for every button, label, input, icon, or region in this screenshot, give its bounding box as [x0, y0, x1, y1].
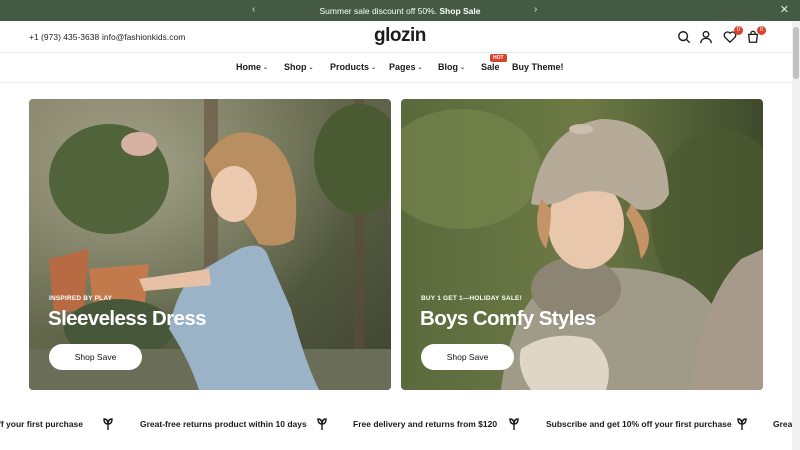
banner-title: Boys Comfy Styles — [420, 307, 596, 330]
announcement-bar: ‹ Summer sale discount off 50%. Shop Sal… — [0, 0, 800, 21]
marquee-text: Great-free returns product within 10 day… — [140, 419, 307, 429]
shop-save-button[interactable]: Shop Save — [49, 344, 142, 370]
sprout-icon — [737, 418, 747, 430]
promo-marquee: ff your first purchase Great-free return… — [0, 413, 792, 435]
account-icon[interactable] — [698, 29, 714, 45]
header: +1 (973) 435-3638 info@fashionkids.com g… — [0, 21, 800, 53]
wishlist-icon[interactable]: 0 — [722, 26, 743, 45]
announcement-link[interactable]: Shop Sale — [439, 6, 480, 16]
sprout-icon — [103, 418, 113, 430]
announcement-next-arrow[interactable]: › — [534, 4, 537, 15]
nav-sale[interactable]: Sale — [481, 62, 500, 72]
nav-blog[interactable]: Blog ⌄ — [438, 62, 465, 72]
cart-icon[interactable]: 0 — [745, 26, 766, 45]
nav-products-label: Products — [330, 62, 370, 72]
chevron-down-icon: ⌄ — [308, 65, 314, 71]
banner-eyebrow: BUY 1 GET 1—HOLIDAY SALE! — [421, 295, 522, 302]
scrollbar-thumb[interactable] — [793, 27, 799, 79]
close-icon[interactable]: ✕ — [780, 3, 789, 16]
marquee-text: Grea — [773, 419, 792, 429]
nav-home[interactable]: Home ⌄ — [236, 62, 268, 72]
banner-eyebrow: INSPIRED BY PLAY — [49, 295, 113, 302]
banner-boys-comfy-styles[interactable]: BUY 1 GET 1—HOLIDAY SALE! Boys Comfy Sty… — [401, 99, 763, 390]
nav-products[interactable]: Products ⌄ — [330, 62, 376, 72]
nav-buy-theme[interactable]: Buy Theme! — [512, 62, 564, 72]
banner-title: Sleeveless Dress — [48, 307, 207, 330]
marquee-text: Free delivery and returns from $120 — [353, 419, 498, 429]
chevron-down-icon: ⌄ — [460, 65, 466, 71]
nav-pages-label: Pages — [389, 62, 416, 72]
announcement-prev-arrow[interactable]: ‹ — [252, 4, 255, 15]
hot-badge: HOT — [490, 54, 507, 62]
marquee-text: Subscribe and get 10% off your first pur… — [546, 419, 732, 429]
sprout-icon — [509, 418, 519, 430]
header-actions: 0 0 — [0, 26, 800, 47]
cart-count-badge: 0 — [757, 26, 766, 35]
nav-shop[interactable]: Shop ⌄ — [284, 62, 314, 72]
marquee-text: ff your first purchase — [0, 419, 84, 429]
nav-home-label: Home — [236, 62, 262, 72]
shop-save-button[interactable]: Shop Save — [421, 344, 514, 370]
page-scrollbar[interactable] — [792, 21, 800, 450]
chevron-down-icon: ⌄ — [417, 65, 423, 71]
banner-sleeveless-dress[interactable]: INSPIRED BY PLAY Sleeveless Dress Shop S… — [29, 99, 391, 390]
announcement-message: Summer sale discount off 50%. — [319, 5, 438, 16]
nav-pages[interactable]: Pages ⌄ — [389, 62, 423, 72]
nav-shop-label: Shop — [284, 62, 307, 72]
search-icon[interactable] — [676, 29, 692, 45]
chevron-down-icon: ⌄ — [371, 65, 377, 71]
sprout-icon — [317, 418, 327, 430]
announcement-text: Summer sale discount off 50%. Shop Sale — [320, 6, 481, 16]
wishlist-count-badge: 0 — [734, 26, 743, 35]
chevron-down-icon: ⌄ — [263, 65, 269, 71]
nav-blog-label: Blog — [438, 62, 458, 72]
main-nav: Home ⌄ Shop ⌄ Products ⌄ Pages ⌄ Blog ⌄ HOT S… — [0, 53, 800, 83]
